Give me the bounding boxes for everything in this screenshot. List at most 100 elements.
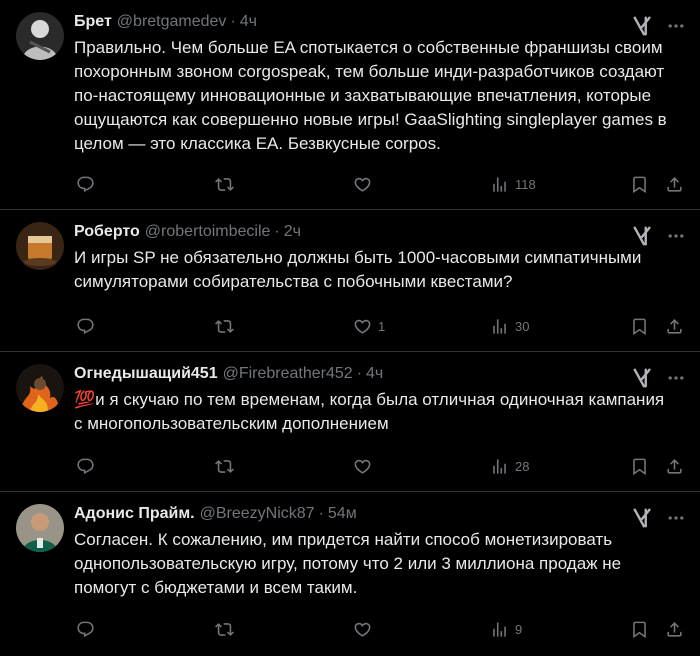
- share-icon: [667, 622, 682, 637]
- share-button[interactable]: [665, 620, 684, 639]
- post-header: Огнедышащий451 @Firebreather452 · 4ч: [74, 362, 684, 386]
- reply-feed: Брет @bretgamedev · 4ч Правильно. Чем бо…: [0, 0, 700, 656]
- avatar[interactable]: [16, 364, 64, 412]
- repost-icon: [215, 623, 234, 636]
- post-header: Роберто @robertoimbecile · 2ч: [74, 220, 684, 244]
- separator-dot: ·: [356, 365, 363, 382]
- grok-icon[interactable]: [632, 367, 654, 389]
- author-handle[interactable]: @robertoimbecile: [145, 222, 271, 242]
- share-button[interactable]: [665, 457, 684, 476]
- post-text: Согласен. К сожалению, им придется найти…: [74, 530, 622, 597]
- more-icon[interactable]: [666, 16, 686, 36]
- avatar[interactable]: [16, 504, 64, 552]
- share-icon: [667, 459, 682, 474]
- bookmark-icon: [633, 621, 646, 639]
- action-bar: 118: [74, 175, 684, 195]
- post-text: 💯и я скучаю по тем временам, когда была …: [74, 388, 674, 436]
- views-icon: [493, 622, 506, 637]
- reply-button[interactable]: [76, 317, 101, 336]
- bookmark-icon: [633, 318, 646, 336]
- reply-icon: [77, 458, 94, 475]
- bookmark-icon: [633, 176, 646, 194]
- repost-button[interactable]: [215, 620, 240, 639]
- repost-icon: [215, 320, 234, 333]
- author-handle[interactable]: @BreezyNick87: [200, 504, 315, 524]
- post[interactable]: Брет @bretgamedev · 4ч Правильно. Чем бо…: [0, 0, 700, 210]
- author-name[interactable]: Огнедышащий451: [74, 364, 218, 384]
- heart-icon: [354, 177, 371, 192]
- views-icon: [493, 459, 506, 474]
- author-name[interactable]: Адонис Прайм.: [74, 504, 195, 524]
- reply-icon: [77, 176, 94, 193]
- post-text-body: и я скучаю по тем временам, когда была о…: [74, 390, 665, 433]
- reply-button[interactable]: [76, 175, 101, 194]
- heart-icon: [354, 459, 371, 474]
- share-icon: [667, 177, 682, 192]
- separator-dot: ·: [318, 505, 324, 522]
- repost-icon: [215, 178, 234, 191]
- avatar[interactable]: [16, 12, 64, 60]
- views-button[interactable]: 118: [490, 175, 536, 194]
- action-bar: 28: [74, 457, 684, 477]
- heart-icon: [354, 319, 371, 334]
- view-count: 9: [515, 622, 523, 637]
- post-text: Правильно. Чем больше EA спотыкается о с…: [74, 38, 667, 153]
- grok-icon[interactable]: [632, 225, 654, 247]
- post[interactable]: Огнедышащий451 @Firebreather452 · 4ч 💯и …: [0, 352, 700, 492]
- bookmark-button[interactable]: [630, 457, 649, 476]
- reply-icon: [77, 621, 94, 638]
- post[interactable]: Адонис Прайм. @BreezyNick87 · 54м Соглас…: [0, 492, 700, 656]
- post-header: Брет @bretgamedev · 4ч: [74, 10, 684, 34]
- like-button[interactable]: [353, 175, 378, 194]
- reply-button[interactable]: [76, 457, 101, 476]
- repost-button[interactable]: [215, 457, 240, 476]
- share-icon: [667, 319, 682, 334]
- action-bar: 9: [74, 620, 684, 640]
- bookmark-button[interactable]: [630, 175, 649, 194]
- separator-dot: ·: [230, 13, 236, 30]
- post-time[interactable]: 54м: [328, 504, 357, 524]
- reply-button[interactable]: [76, 620, 101, 639]
- author-name[interactable]: Брет: [74, 12, 112, 32]
- repost-button[interactable]: [215, 175, 240, 194]
- like-button[interactable]: [353, 457, 378, 476]
- views-button[interactable]: 9: [490, 620, 522, 639]
- author-handle[interactable]: @bretgamedev: [117, 12, 227, 32]
- avatar[interactable]: [16, 222, 64, 270]
- post-header: Адонис Прайм. @BreezyNick87 · 54м: [74, 502, 684, 526]
- action-bar: 1 30: [74, 317, 684, 337]
- author-name[interactable]: Роберто: [74, 222, 140, 242]
- bookmark-button[interactable]: [630, 620, 649, 639]
- view-count: 30: [515, 319, 530, 334]
- post-time[interactable]: 4ч: [240, 12, 257, 32]
- share-button[interactable]: [665, 317, 684, 336]
- bookmark-icon: [633, 458, 646, 476]
- heart-icon: [354, 622, 371, 637]
- hundred-points-emoji: 💯: [74, 390, 96, 409]
- more-icon[interactable]: [666, 368, 686, 388]
- repost-button[interactable]: [215, 317, 240, 336]
- more-icon[interactable]: [666, 226, 686, 246]
- post-text: И игры SP не обязательно должны быть 100…: [74, 248, 642, 291]
- views-button[interactable]: 28: [490, 457, 529, 476]
- author-handle[interactable]: @Firebreather452: [223, 364, 353, 384]
- repost-icon: [215, 460, 234, 473]
- view-count: 28: [515, 459, 530, 474]
- separator-dot: ·: [274, 223, 280, 240]
- post-time[interactable]: 4ч: [366, 364, 383, 384]
- bookmark-button[interactable]: [630, 317, 649, 336]
- grok-icon[interactable]: [632, 507, 654, 529]
- reply-icon: [77, 318, 94, 335]
- views-icon: [493, 177, 506, 192]
- like-count: 1: [378, 319, 386, 334]
- like-button[interactable]: 1: [353, 317, 385, 336]
- view-count: 118: [515, 177, 536, 192]
- post[interactable]: Роберто @robertoimbecile · 2ч И игры SP …: [0, 210, 700, 352]
- like-button[interactable]: [353, 620, 378, 639]
- share-button[interactable]: [665, 175, 684, 194]
- grok-icon[interactable]: [632, 15, 654, 37]
- post-time[interactable]: 2ч: [284, 222, 301, 242]
- views-button[interactable]: 30: [490, 317, 529, 336]
- views-icon: [493, 319, 506, 334]
- more-icon[interactable]: [666, 508, 686, 528]
